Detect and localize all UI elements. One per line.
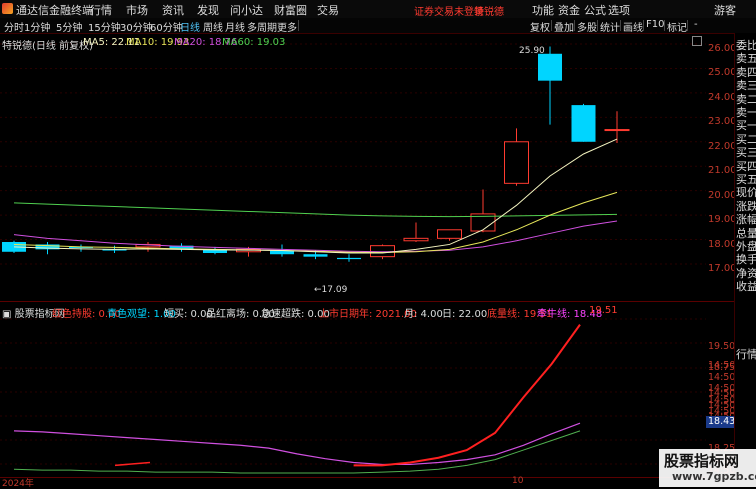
price-tick-label: 17.00 bbox=[708, 263, 737, 274]
green-line bbox=[13, 430, 581, 474]
tool-f10[interactable]: F10 bbox=[646, 19, 664, 30]
tool-overlay[interactable]: 叠加 bbox=[554, 19, 574, 34]
tool-minus[interactable]: - bbox=[694, 19, 698, 30]
menu-discover[interactable]: 发现 bbox=[197, 2, 219, 18]
indicator-value: 上市日期年: 2021.00 bbox=[319, 309, 417, 320]
menu-market[interactable]: 市场 bbox=[126, 2, 148, 18]
menu-function[interactable]: 功能 bbox=[532, 2, 554, 18]
current-indicator-value: 18.43 bbox=[708, 416, 736, 427]
guest-label[interactable]: 游客 bbox=[714, 2, 736, 18]
date-year-label: 2024年 bbox=[2, 479, 34, 489]
ma60-label: MA60: 19.03 bbox=[222, 37, 286, 48]
menu-formula[interactable]: 公式 bbox=[584, 2, 606, 18]
kline-chart[interactable] bbox=[0, 33, 706, 301]
low-annotation: ←17.09 bbox=[314, 285, 348, 295]
candle-body-up bbox=[504, 141, 529, 184]
indicator-tick-label: 14:50 bbox=[708, 371, 736, 383]
candle-body-up bbox=[403, 237, 429, 242]
period-monthly[interactable]: 月线 bbox=[225, 19, 245, 34]
menu-trade[interactable]: 交易 bbox=[317, 2, 339, 18]
candle-body-down bbox=[538, 53, 562, 81]
period-60min[interactable]: 60分钟 bbox=[150, 19, 183, 34]
candle-body-down bbox=[303, 254, 328, 257]
period-more[interactable]: 更多 bbox=[277, 19, 297, 34]
current-stock: 特锐德 bbox=[474, 7, 504, 18]
tool-draw[interactable]: 画线 bbox=[623, 19, 643, 34]
watermark-title: 股票指标网 bbox=[664, 452, 740, 470]
candle-body-down bbox=[571, 105, 596, 142]
candle-body-down bbox=[337, 257, 361, 260]
price-tick-label: 23.00 bbox=[708, 116, 737, 128]
period-30min[interactable]: 30分钟 bbox=[120, 19, 153, 34]
ma10-line bbox=[13, 191, 618, 254]
toolbar-divider bbox=[298, 20, 299, 31]
quote-field-label: 收益 bbox=[736, 280, 756, 294]
menu-wealth[interactable]: 财富圈 bbox=[274, 2, 307, 18]
indicator-tick-label: 19.50 bbox=[708, 341, 736, 352]
watermark-url: www.7gpzb.com bbox=[672, 470, 756, 483]
toolbar-divider bbox=[643, 20, 644, 31]
ma60-line bbox=[13, 202, 618, 218]
bull-line bbox=[13, 422, 581, 466]
indicator-chart[interactable] bbox=[0, 302, 706, 477]
period-5min[interactable]: 5分钟 bbox=[56, 19, 82, 34]
price-tick-label: 21.00 bbox=[708, 165, 737, 177]
title-bar: 通达信金融终端 行情 市场 资讯 发现 问小达 财富圈 交易 证券交易未登录 特… bbox=[0, 0, 756, 19]
price-tick-label: 26.00 bbox=[708, 43, 737, 54]
menu-news[interactable]: 资讯 bbox=[162, 2, 184, 18]
date-axis bbox=[0, 477, 706, 488]
indicator-tick-label: 14:50 bbox=[708, 399, 736, 411]
low-value: 17.09 bbox=[321, 285, 348, 295]
price-tick-label: 18.00 bbox=[708, 238, 737, 250]
period-15min[interactable]: 15分钟 bbox=[88, 19, 121, 34]
indicator-value: 日: 22.00 bbox=[442, 309, 488, 320]
menu-quotes[interactable]: 行情 bbox=[90, 2, 112, 18]
toolbar-divider bbox=[620, 20, 621, 31]
tool-stats[interactable]: 统计 bbox=[600, 19, 620, 34]
toolbar: 分时 1分钟 5分钟 15分钟 30分钟 60分钟 日线 周线 月线 多周期 更… bbox=[0, 18, 756, 34]
toolbar-divider bbox=[597, 20, 598, 31]
expand-icon[interactable] bbox=[692, 36, 702, 46]
chart-title: 特锐德(日线 前复权) bbox=[2, 41, 93, 52]
toolbar-divider bbox=[664, 20, 665, 31]
high-annotation: 25.90 bbox=[519, 46, 545, 56]
floor-line bbox=[353, 324, 581, 467]
indicator-tick-label: 18.75 bbox=[708, 362, 736, 373]
indicator-value: 19.51 bbox=[589, 305, 618, 316]
tool-mark[interactable]: 标记 bbox=[667, 19, 687, 34]
indicator-tick-label: 14:50 bbox=[708, 388, 736, 399]
indicator-value: 月: 4.00 bbox=[404, 309, 443, 320]
quote-field-label: 行情 bbox=[736, 348, 756, 361]
price-tick-label: 20.00 bbox=[708, 189, 737, 201]
toolbar-divider bbox=[687, 20, 688, 31]
price-tick-label: 25.00 bbox=[708, 67, 737, 79]
toolbar-divider bbox=[574, 20, 575, 31]
period-weekly[interactable]: 周线 bbox=[203, 19, 223, 34]
period-1min[interactable]: 1分钟 bbox=[24, 19, 50, 34]
menu-funds[interactable]: 资金 bbox=[558, 2, 580, 18]
candle-body-up bbox=[604, 129, 630, 132]
period-timeshare[interactable]: 分时 bbox=[4, 19, 24, 34]
menu-ask[interactable]: 问小达 bbox=[230, 2, 263, 18]
app-title: 通达信金融终端 bbox=[16, 4, 93, 17]
price-tick-label: 22.00 bbox=[708, 140, 737, 152]
tool-multistock[interactable]: 多股 bbox=[577, 19, 597, 34]
tool-adjust[interactable]: 复权 bbox=[530, 19, 550, 34]
period-daily[interactable]: 日线 bbox=[180, 19, 200, 34]
menu-options[interactable]: 选项 bbox=[608, 2, 630, 18]
period-multi[interactable]: 多周期 bbox=[247, 19, 277, 34]
price-tick-label: 24.00 bbox=[708, 91, 737, 103]
price-tick-label: 19.00 bbox=[708, 214, 737, 226]
candle-body-up bbox=[437, 229, 462, 239]
app-logo-icon bbox=[2, 3, 13, 14]
toolbar-divider bbox=[551, 20, 552, 31]
date-month-label: 10 bbox=[512, 476, 524, 486]
